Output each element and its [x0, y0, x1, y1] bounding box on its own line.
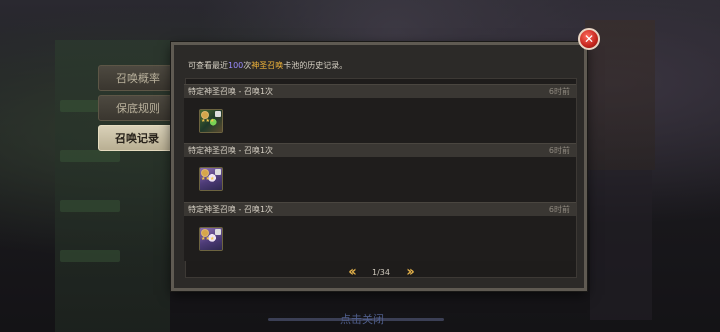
history-entry-time: 6时前	[548, 205, 570, 214]
prev-page-icon[interactable]: ‹‹	[342, 265, 360, 279]
background-menu-item	[60, 200, 120, 212]
history-entry-time: 6时前	[548, 87, 570, 96]
background-menu-item	[60, 250, 120, 262]
tab-summon-history[interactable]: 召唤记录	[98, 125, 176, 151]
history-entry-body	[184, 216, 576, 261]
history-entry-title: 特定神圣召唤 - 召唤1次	[188, 205, 274, 214]
star-rating-icon: ★★★	[201, 177, 214, 182]
class-icon	[215, 169, 221, 175]
hero-card[interactable]: ★★★	[199, 227, 223, 251]
page-indicator: 1/34	[372, 268, 390, 277]
desc-pool-name: 神圣召唤	[251, 61, 284, 70]
desc-suffix: 卡池的历史记录。	[283, 61, 348, 70]
desc-prefix: 可查看最近	[188, 61, 228, 70]
history-entry-body	[184, 98, 576, 143]
class-icon	[215, 111, 221, 117]
close-button[interactable]: ✕	[578, 28, 600, 50]
history-entry-title: 特定神圣召唤 - 召唤1次	[188, 87, 274, 96]
tab-pity-rules[interactable]: 保底规则	[98, 95, 178, 121]
background-menu-item	[60, 150, 120, 162]
class-icon	[215, 229, 221, 235]
background-right-strip	[590, 170, 652, 320]
hero-card[interactable]: ★★★	[199, 167, 223, 191]
close-icon: ✕	[583, 32, 595, 46]
tap-to-close-text[interactable]: 点击关闭	[340, 311, 384, 327]
hero-card[interactable]: ★★★	[199, 109, 223, 133]
history-entry-title: 特定神圣召唤 - 召唤1次	[188, 146, 274, 155]
history-description: 可查看最近100次神圣召唤卡池的历史记录。	[188, 60, 347, 71]
next-page-icon[interactable]: ››	[400, 265, 418, 279]
star-rating-icon: ★★★	[201, 237, 214, 242]
history-entry-body	[184, 157, 576, 202]
star-rating-icon: ★★★	[201, 119, 214, 124]
tab-summon-rates[interactable]: 召唤概率	[98, 65, 178, 91]
history-entry-time: 6时前	[548, 146, 570, 155]
desc-count: 100	[228, 61, 244, 70]
